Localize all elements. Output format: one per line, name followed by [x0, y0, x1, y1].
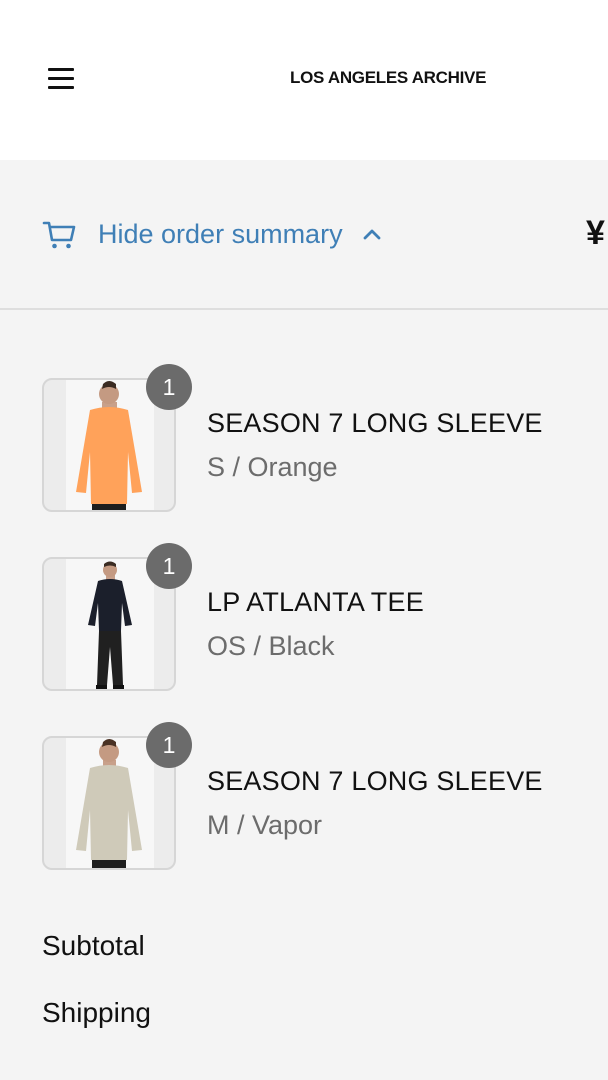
chevron-up-icon: [363, 229, 380, 240]
order-total: ¥: [586, 214, 605, 252]
cart-icon: [42, 221, 76, 249]
order-summary-bar: Hide order summary ¥: [0, 160, 608, 310]
shipping-label: Shipping: [42, 997, 151, 1028]
item-variant: S / Orange: [207, 452, 338, 482]
order-summary-toggle[interactable]: Hide order summary: [42, 212, 383, 256]
list-item: 1 LP ATLANTA TEE OS / Black: [42, 543, 602, 693]
order-items-panel: 1 SEASON 7 LONG SLEEVE S / Orange 1 LP A…: [0, 310, 608, 1080]
item-name: SEASON 7 LONG SLEEVE: [207, 408, 543, 438]
item-name: LP ATLANTA TEE: [207, 587, 424, 617]
quantity-badge: 1: [146, 722, 192, 768]
item-variant: OS / Black: [207, 631, 335, 661]
quantity-badge: 1: [146, 543, 192, 589]
list-item: 1 SEASON 7 LONG SLEEVE S / Orange: [42, 364, 602, 514]
item-variant: M / Vapor: [207, 810, 323, 840]
subtotal-label: Subtotal: [42, 930, 145, 961]
hamburger-menu-icon[interactable]: [46, 66, 76, 92]
site-header: LOS ANGELES ARCHIVE: [0, 0, 608, 160]
order-summary-toggle-label: Hide order summary: [98, 218, 343, 249]
quantity-badge: 1: [146, 364, 192, 410]
store-logo[interactable]: LOS ANGELES ARCHIVE: [290, 68, 486, 88]
list-item: 1 SEASON 7 LONG SLEEVE M / Vapor: [42, 722, 602, 872]
item-name: SEASON 7 LONG SLEEVE: [207, 766, 543, 796]
